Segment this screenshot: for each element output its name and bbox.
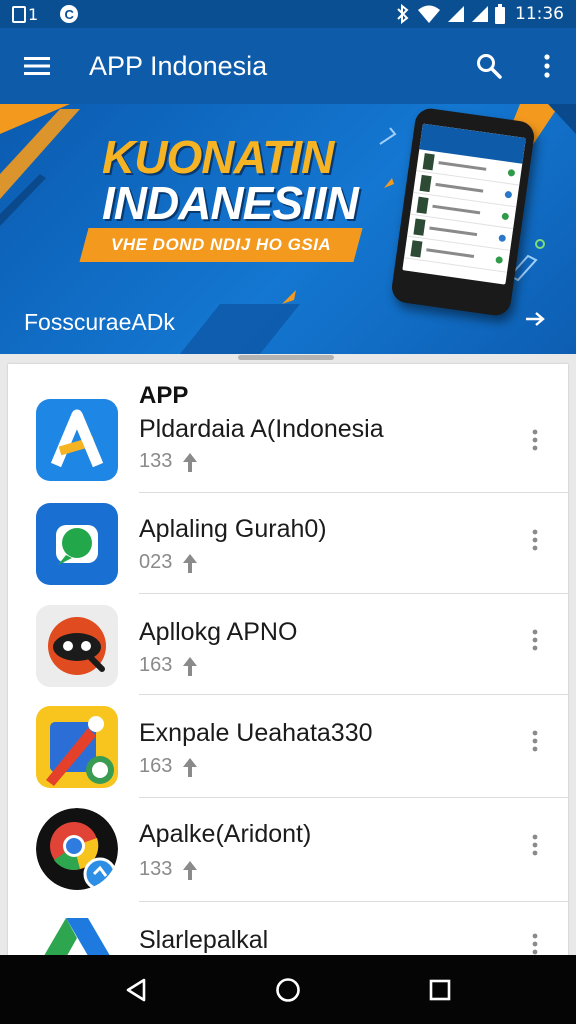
list-item[interactable]: Pldardaia A(Indonesia 133	[8, 390, 568, 492]
app-meta: 133	[139, 858, 198, 881]
recents-icon	[429, 979, 451, 1000]
home-button[interactable]	[258, 960, 318, 1020]
blue-a-app-icon	[36, 399, 118, 481]
list-item[interactable]: Apllokg APNO 163	[8, 594, 568, 696]
c-notification-icon: C	[60, 5, 79, 23]
red-dog-app-icon	[36, 605, 118, 687]
search-button[interactable]	[460, 28, 518, 104]
battery-icon	[495, 4, 505, 24]
list-item[interactable]: Apalke(Aridont) 133	[8, 798, 568, 900]
app-meta: 133	[139, 450, 198, 473]
upload-arrow-icon	[183, 656, 198, 676]
upload-arrow-icon	[183, 757, 198, 777]
status-right: 11:36	[395, 4, 564, 24]
app-meta-count: 163	[139, 654, 173, 676]
screen: 1 C 11:36 APP Indonesia KUONATIN INDANES…	[0, 0, 576, 1024]
drag-handle[interactable]	[238, 355, 334, 360]
banner-ribbon: VHE DOND NDIJ HO GSIA	[79, 228, 363, 262]
banner-ribbon-text: VHE DOND NDIJ HO GSIA	[110, 235, 332, 254]
row-more-button[interactable]	[520, 924, 550, 956]
app-name: Slarlepalkal	[139, 926, 269, 954]
signal-icon	[472, 6, 488, 22]
system-nav-bar	[0, 955, 576, 1024]
more-vert-icon	[532, 933, 538, 955]
app-bar: APP Indonesia	[0, 28, 576, 104]
more-vert-icon	[532, 629, 538, 651]
row-more-button[interactable]	[520, 620, 550, 660]
back-button[interactable]	[106, 960, 166, 1020]
recents-button[interactable]	[410, 960, 470, 1020]
banner-headline-line2: INDANESIIN	[102, 177, 359, 229]
app-name: Apalke(Aridont)	[139, 820, 312, 848]
app-meta-count: 133	[139, 450, 173, 472]
app-name: Pldardaia A(Indonesia	[139, 415, 384, 443]
app-actions	[460, 28, 576, 104]
more-vert-icon	[532, 834, 538, 856]
back-icon	[126, 978, 146, 1001]
status-bar: 1 C 11:36	[0, 0, 576, 28]
row-more-button[interactable]	[520, 420, 550, 460]
list-item[interactable]: Slarlepalkal	[8, 902, 568, 956]
app-name: Apllokg APNO	[139, 618, 298, 646]
list-item[interactable]: Aplaling Gurah0) 023	[8, 493, 568, 595]
app-meta: 023	[139, 551, 198, 574]
signal-icon	[448, 6, 464, 22]
more-vert-icon	[532, 730, 538, 752]
menu-button[interactable]	[0, 28, 74, 104]
app-name: Aplaling Gurah0)	[139, 515, 327, 543]
bluetooth-icon	[397, 4, 409, 24]
row-more-button[interactable]	[520, 520, 550, 560]
drive-app-icon	[36, 914, 118, 956]
chrome-app-icon	[36, 808, 118, 890]
app-meta-count: 133	[139, 858, 173, 880]
more-vert-icon	[532, 529, 538, 551]
notification-badge: 1	[12, 5, 38, 24]
app-title: APP Indonesia	[89, 50, 268, 81]
app-list: APP Pldardaia A(Indonesia 133 Aplaling G…	[8, 364, 568, 956]
notification-count: 1	[28, 4, 39, 24]
row-more-button[interactable]	[520, 721, 550, 761]
banner-brand-text: FosscuraeADk	[24, 309, 175, 335]
upload-arrow-icon	[183, 860, 198, 880]
status-left: 1 C	[12, 5, 79, 24]
banner-next-button[interactable]	[520, 304, 550, 334]
wifi-icon	[418, 5, 440, 23]
yellow-edit-app-icon	[36, 706, 118, 788]
upload-arrow-icon	[183, 553, 198, 573]
clock: 11:36	[515, 4, 564, 24]
more-vert-icon	[544, 54, 550, 78]
menu-icon	[24, 57, 50, 75]
app-meta: 163	[139, 755, 198, 778]
phone-mockup-screen	[402, 123, 526, 285]
upload-arrow-icon	[183, 452, 198, 472]
row-more-button[interactable]	[520, 825, 550, 865]
home-icon	[276, 977, 300, 1002]
app-meta-count: 023	[139, 551, 173, 573]
app-meta: 163	[139, 654, 198, 677]
arrow-right-icon	[526, 312, 545, 326]
app-meta-count: 163	[139, 755, 173, 777]
list-item[interactable]: Exnpale Ueahata330 163	[8, 695, 568, 797]
sim-icon	[12, 5, 26, 23]
more-options-button[interactable]	[518, 28, 576, 104]
green-chat-app-icon	[36, 503, 118, 585]
more-vert-icon	[532, 429, 538, 451]
app-name: Exnpale Ueahata330	[139, 719, 373, 747]
search-icon	[477, 54, 502, 79]
promo-banner[interactable]: KUONATIN INDANESIIN VHE DOND NDIJ HO GSI…	[0, 104, 576, 354]
